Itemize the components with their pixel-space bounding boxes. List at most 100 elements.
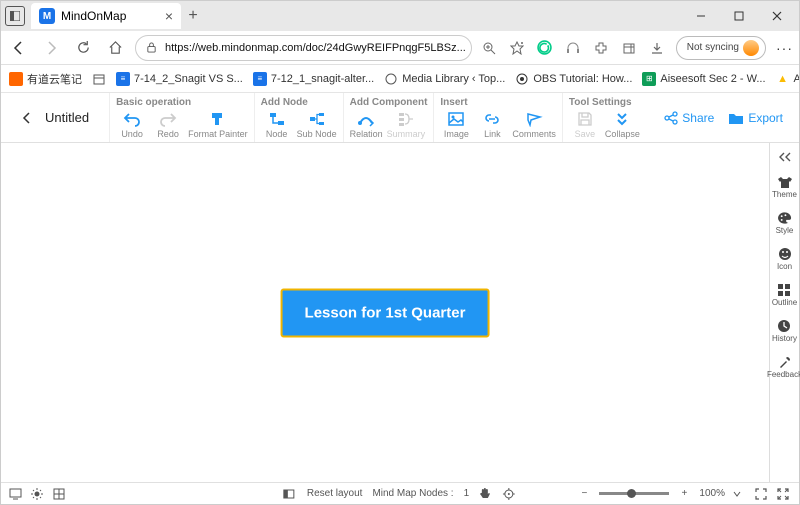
subnode-icon [307, 110, 327, 128]
zoom-icon[interactable] [480, 39, 498, 57]
format-painter-button[interactable]: Format Painter [188, 110, 248, 139]
profile-sync-button[interactable]: Not syncing [676, 36, 766, 60]
bookmark-item[interactable]: Media Library ‹ Top... [384, 72, 505, 86]
share-icon [664, 111, 678, 125]
toolbar-group-tool-settings: Tool Settings Save Collapse [562, 93, 646, 142]
zoom-level: 100% [699, 488, 725, 499]
theme-tab[interactable]: Theme [772, 175, 797, 199]
back-button[interactable] [7, 36, 31, 60]
insert-image-button[interactable]: Image [440, 110, 472, 139]
grid-toggle-button[interactable] [53, 488, 67, 500]
brightness-button[interactable] [31, 488, 45, 500]
bookmark-item[interactable] [92, 72, 106, 86]
right-panel: Theme Style Icon Outline History Feedbac… [769, 143, 799, 482]
history-tab[interactable]: History [772, 319, 797, 343]
toolbar-group-add-node: Add Node Node Sub Node [254, 93, 343, 142]
format-painter-icon [208, 110, 228, 128]
insert-comments-button[interactable]: Comments [512, 110, 556, 139]
center-target-button[interactable] [503, 488, 517, 500]
avatar-icon [743, 40, 759, 56]
pan-hand-button[interactable] [479, 487, 493, 500]
summary-button: Summary [387, 110, 426, 139]
redo-button[interactable]: Redo [152, 110, 184, 139]
add-node-button[interactable]: Node [261, 110, 293, 139]
bookmark-item[interactable]: ⊞Aiseesoft Sec 2 - W... [642, 72, 765, 86]
collections-icon[interactable] [620, 39, 638, 57]
refresh-button[interactable] [71, 36, 95, 60]
bookmark-item[interactable]: ▲Article-Drafts - Goo... [776, 72, 799, 86]
new-tab-button[interactable]: + [181, 7, 205, 25]
toolbar-group-basic: Basic operation Undo Redo Format Painter [109, 93, 254, 142]
close-window-button[interactable] [759, 2, 795, 30]
export-button[interactable]: Export [728, 111, 783, 125]
toolbar-group-add-component: Add Component Relation Summary [343, 93, 434, 142]
forward-button[interactable] [39, 36, 63, 60]
maximize-button[interactable] [721, 2, 757, 30]
gdoc-icon: ≡ [116, 72, 130, 86]
bookmark-item[interactable]: ≡7-12_1_snagit-alter... [253, 72, 374, 86]
more-menu-button[interactable]: ··· [776, 40, 793, 56]
tshirt-icon [777, 175, 793, 189]
relation-button[interactable]: Relation [350, 110, 383, 139]
clock-icon [777, 319, 791, 333]
fullscreen-button[interactable] [777, 488, 791, 500]
smiley-icon [778, 247, 792, 261]
group-label: Add Node [261, 97, 337, 108]
favorites-icon[interactable] [508, 39, 526, 57]
bookmark-label: Article-Drafts - Goo... [794, 73, 799, 85]
window-titlebar: M MindOnMap × + [1, 1, 799, 31]
undo-button[interactable]: Undo [116, 110, 148, 139]
home-button[interactable] [103, 36, 127, 60]
outline-icon [777, 283, 791, 297]
back-to-docs-button[interactable] [15, 93, 39, 142]
nodes-label: Mind Map Nodes : [372, 488, 453, 499]
add-subnode-button[interactable]: Sub Node [297, 110, 337, 139]
browser-tab[interactable]: M MindOnMap × [31, 3, 181, 29]
icon-tab[interactable]: Icon [777, 247, 792, 271]
reset-layout-icon[interactable] [283, 488, 297, 500]
collapse-button[interactable]: Collapse [605, 110, 640, 139]
document-title[interactable]: Untitled [45, 93, 89, 142]
tab-overview-button[interactable] [5, 6, 25, 26]
extensions-icon[interactable] [592, 39, 610, 57]
downloads-icon[interactable] [648, 39, 666, 57]
style-tab[interactable]: Style [776, 211, 794, 235]
bookmark-item[interactable]: 有道云笔记 [9, 71, 82, 87]
bookmark-item[interactable]: ≡ 7-14_2_Snagit VS S... [116, 72, 243, 86]
bookmark-label: 7-14_2_Snagit VS S... [134, 73, 243, 85]
comments-icon [524, 110, 544, 128]
mindmap-canvas[interactable]: Lesson for 1st Quarter [1, 143, 769, 482]
summary-icon [396, 110, 416, 128]
presentation-mode-button[interactable] [9, 488, 23, 500]
palette-icon [777, 211, 792, 225]
fit-screen-button[interactable] [755, 488, 769, 500]
save-button: Save [569, 110, 601, 139]
collapse-icon [612, 110, 632, 128]
share-button[interactable]: Share [664, 111, 714, 125]
wordpress-icon [384, 72, 398, 86]
root-node[interactable]: Lesson for 1st Quarter [281, 288, 490, 337]
group-label: Add Component [350, 97, 428, 108]
headphones-icon[interactable] [564, 39, 582, 57]
feedback-tab[interactable]: Feedback [767, 355, 800, 379]
link-icon [482, 110, 502, 128]
zoom-dropdown[interactable] [733, 490, 747, 498]
grammarly-icon[interactable] [536, 39, 554, 57]
zoom-slider[interactable] [599, 492, 669, 495]
status-bar: Reset layout Mind Map Nodes : 1 − + 100% [1, 482, 799, 504]
reset-layout-button[interactable]: Reset layout [307, 488, 363, 499]
address-bar[interactable]: https://web.mindonmap.com/doc/24dGwyREIF… [135, 35, 472, 61]
nodes-count: 1 [464, 488, 470, 499]
panel-collapse-button[interactable] [778, 151, 792, 163]
close-tab-button[interactable]: × [165, 8, 173, 24]
redo-icon [158, 110, 178, 128]
bookmark-item[interactable]: OBS Tutorial: How... [515, 72, 632, 86]
node-icon [267, 110, 287, 128]
zoom-out-button[interactable]: − [577, 488, 591, 499]
url-text: https://web.mindonmap.com/doc/24dGwyREIF… [165, 42, 466, 54]
outline-tab[interactable]: Outline [772, 283, 797, 307]
minimize-button[interactable] [683, 2, 719, 30]
zoom-in-button[interactable]: + [677, 488, 691, 499]
tab-title: MindOnMap [61, 9, 126, 23]
insert-link-button[interactable]: Link [476, 110, 508, 139]
